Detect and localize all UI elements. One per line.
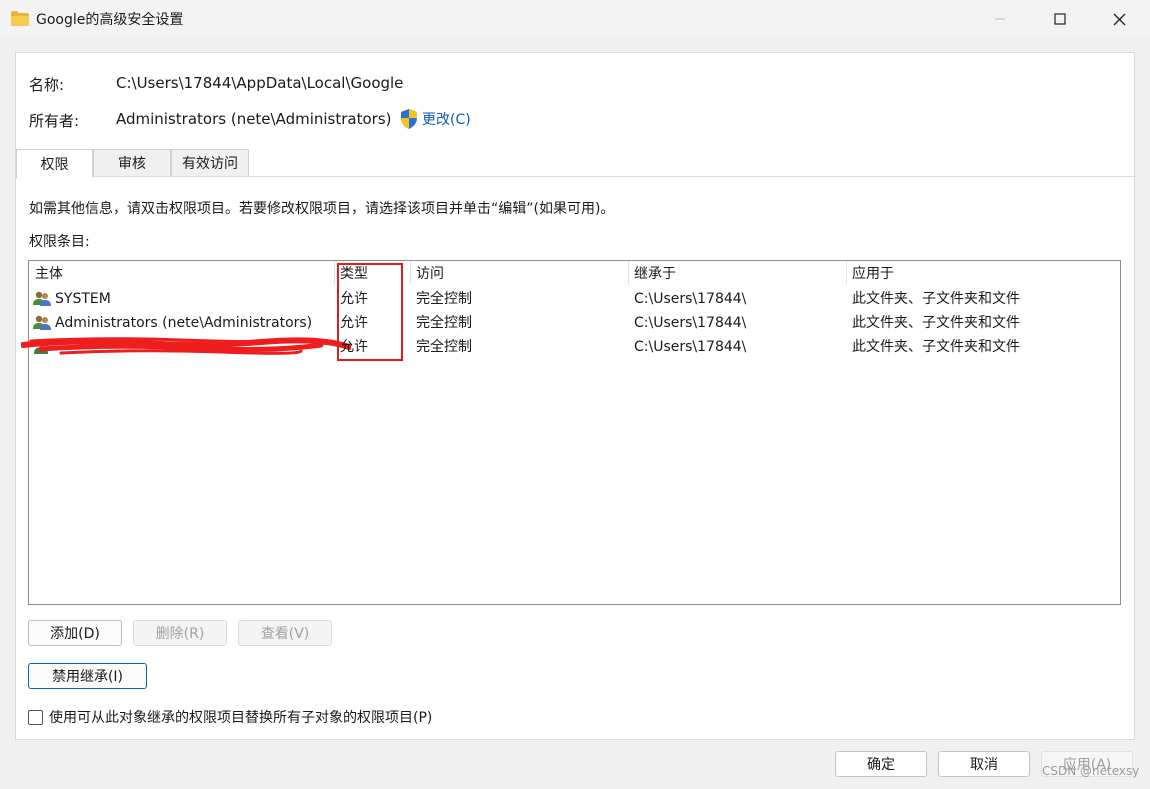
tab-label: 有效访问: [182, 156, 238, 172]
permission-entries-list[interactable]: 主体 类型 访问 继承于 应用于 SYSTEM 允许 完全控制 C:\Users…: [21, 260, 1121, 605]
minimize-button[interactable]: [977, 0, 1023, 38]
user-group-icon: [33, 291, 51, 306]
tab-permissions[interactable]: 权限: [16, 149, 93, 178]
column-header-principal[interactable]: 主体: [29, 263, 63, 285]
maximize-button[interactable]: [1037, 0, 1083, 38]
row-access: 完全控制: [416, 291, 472, 307]
row-type: 允许: [340, 339, 368, 355]
column-header-inherited-from[interactable]: 继承于: [628, 263, 676, 285]
name-value: C:\Users\17844\AppData\Local\Google: [116, 74, 404, 92]
replace-child-permissions-option[interactable]: 使用可从此对象继承的权限项目替换所有子对象的权限项目(P): [28, 707, 432, 727]
row-inherited: C:\Users\17844\: [634, 339, 747, 355]
tab-effective-access[interactable]: 有效访问: [171, 149, 249, 176]
tab-label: 审核: [118, 156, 146, 172]
tab-label: 权限: [40, 157, 69, 173]
column-header-type[interactable]: 类型: [334, 263, 368, 285]
change-owner-label: 更改(C): [422, 112, 471, 128]
row-inherited: C:\Users\17844\: [634, 291, 747, 307]
add-button[interactable]: 添加(D): [28, 620, 122, 646]
replace-child-permissions-checkbox[interactable]: [28, 709, 43, 725]
view-button[interactable]: 查看(V): [238, 620, 332, 646]
row-applies: 此文件夹、子文件夹和文件: [852, 315, 1020, 331]
owner-label: 所有者:: [29, 112, 80, 130]
row-principal: Administrators (nete\Administrators): [55, 315, 313, 331]
disable-inheritance-label: 禁用继承(I): [51, 669, 124, 685]
ok-button[interactable]: 确定: [835, 751, 927, 777]
main-panel: 名称: C:\Users\17844\AppData\Local\Google …: [15, 52, 1136, 740]
user-group-icon: [33, 315, 51, 330]
window-title: Google的高级安全设置: [36, 12, 184, 28]
row-applies: 此文件夹、子文件夹和文件: [852, 339, 1020, 355]
row-type: 允许: [340, 315, 368, 331]
row-inherited: C:\Users\17844\: [634, 315, 747, 331]
remove-button-label: 删除(R): [155, 626, 205, 642]
column-header-access[interactable]: 访问: [410, 263, 444, 285]
title-bar: Google的高级安全设置: [0, 0, 1150, 38]
entries-label: 权限条目:: [29, 234, 90, 250]
row-type: 允许: [340, 291, 368, 307]
watermark: CSDN @netexsy: [1042, 764, 1140, 778]
change-owner-link[interactable]: 更改(C): [400, 109, 471, 129]
tab-auditing[interactable]: 审核: [93, 149, 171, 176]
row-principal: SYSTEM: [55, 291, 111, 307]
maximize-icon: [1054, 13, 1066, 25]
row-access: 完全控制: [416, 339, 472, 355]
remove-button[interactable]: 删除(R): [133, 620, 227, 646]
close-icon: [1113, 13, 1125, 25]
disable-inheritance-button[interactable]: 禁用继承(I): [28, 663, 147, 689]
add-button-label: 添加(D): [50, 626, 100, 642]
ok-button-label: 确定: [867, 757, 895, 773]
hint-text: 如需其他信息，请双击权限项目。若要修改权限项目，请选择该项目并单击“编辑”(如果…: [29, 201, 615, 217]
uac-shield-icon: [401, 109, 417, 129]
cancel-button-label: 取消: [970, 757, 998, 773]
row-access: 完全控制: [416, 315, 472, 331]
minimize-icon: [995, 18, 1005, 20]
column-header-applies-to[interactable]: 应用于: [846, 263, 894, 285]
cancel-button[interactable]: 取消: [938, 751, 1030, 777]
tab-strip: 权限 审核 有效访问: [16, 149, 1136, 178]
owner-value: Administrators (nete\Administrators): [116, 110, 392, 128]
replace-child-permissions-label: 使用可从此对象继承的权限项目替换所有子对象的权限项目(P): [49, 710, 433, 726]
view-button-label: 查看(V): [260, 626, 310, 642]
row-applies: 此文件夹、子文件夹和文件: [852, 291, 1020, 307]
close-button[interactable]: [1096, 0, 1142, 38]
folder-icon: [11, 11, 29, 26]
name-label: 名称:: [29, 76, 65, 94]
redaction-scribble: [21, 337, 351, 355]
